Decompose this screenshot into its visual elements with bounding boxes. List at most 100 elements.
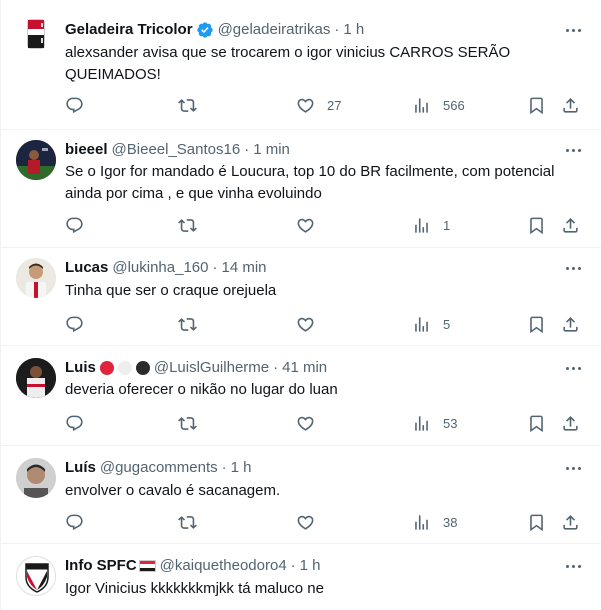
action-bar: 1 bbox=[65, 214, 585, 236]
like-button[interactable] bbox=[296, 214, 315, 236]
more-icon[interactable] bbox=[563, 142, 583, 158]
reply-button[interactable] bbox=[65, 412, 84, 434]
reply-button[interactable] bbox=[65, 511, 84, 533]
author-handle[interactable]: @kaiquetheodoro4 bbox=[160, 556, 287, 576]
like-icon bbox=[297, 416, 314, 431]
author-handle[interactable]: @Bieeel_Santos16 bbox=[112, 140, 241, 160]
retweet-icon bbox=[178, 98, 197, 112]
separator-dot: · bbox=[212, 259, 218, 276]
views-icon bbox=[415, 217, 428, 233]
more-icon[interactable] bbox=[563, 22, 583, 38]
views-button[interactable]: 1 bbox=[412, 214, 450, 236]
like-button[interactable] bbox=[296, 313, 315, 335]
views-button[interactable]: 566 bbox=[412, 94, 465, 116]
tweet[interactable]: Luis @LuislGuilherme · 41 min deveria of… bbox=[1, 346, 601, 446]
black-circle-emoji bbox=[135, 361, 150, 375]
separator-dot: · bbox=[334, 21, 340, 38]
tweet[interactable]: bieeel @Bieeel_Santos16 · 1 min Se o Igo… bbox=[1, 130, 601, 248]
view-count: 566 bbox=[443, 97, 465, 113]
more-icon[interactable] bbox=[563, 558, 583, 574]
bookmark-button[interactable] bbox=[527, 94, 546, 116]
tweet-text: deveria oferecer o nikão no lugar do lua… bbox=[65, 381, 338, 398]
author-handle[interactable]: @LuislGuilherme bbox=[154, 358, 269, 378]
share-button[interactable] bbox=[561, 214, 580, 236]
retweet-button[interactable] bbox=[178, 511, 197, 533]
more-icon[interactable] bbox=[563, 460, 583, 476]
timestamp[interactable]: 41 min bbox=[282, 358, 327, 378]
retweet-button[interactable] bbox=[178, 214, 197, 236]
retweet-button[interactable] bbox=[178, 94, 197, 116]
author-name[interactable]: Luis bbox=[65, 358, 96, 378]
bookmark-button[interactable] bbox=[527, 511, 546, 533]
retweet-button[interactable] bbox=[178, 313, 197, 335]
bookmark-icon bbox=[530, 514, 543, 531]
bookmark-button[interactable] bbox=[527, 214, 546, 236]
author-name[interactable]: bieeel bbox=[65, 140, 108, 160]
author-name[interactable]: Geladeira Tricolor bbox=[65, 20, 193, 40]
author-name[interactable]: Lucas bbox=[65, 258, 108, 278]
tweet-header: Info SPFC @kaiquetheodoro4 · 1 h bbox=[65, 556, 321, 576]
author-handle[interactable]: @gugacomments bbox=[100, 458, 218, 478]
avatar[interactable] bbox=[16, 258, 56, 298]
timestamp[interactable]: 1 h bbox=[231, 458, 252, 478]
reply-button[interactable] bbox=[65, 313, 84, 335]
views-button[interactable]: 5 bbox=[412, 313, 450, 335]
tweet-text: Igor Vinicius kkkkkkkmjkk tá maluco ne bbox=[65, 580, 324, 597]
tweet-header: Luis @LuislGuilherme · 41 min bbox=[65, 358, 327, 378]
view-count: 5 bbox=[443, 316, 451, 332]
views-button[interactable]: 53 bbox=[412, 412, 457, 434]
share-button[interactable] bbox=[561, 313, 580, 335]
author-handle[interactable]: @lukinha_160 bbox=[112, 258, 208, 278]
bookmark-icon bbox=[530, 97, 543, 114]
action-bar: 38 bbox=[65, 511, 585, 533]
tweet[interactable]: Luís @gugacomments · 1 h envolver o cava… bbox=[1, 446, 601, 544]
avatar[interactable] bbox=[16, 358, 56, 398]
tweet-header: bieeel @Bieeel_Santos16 · 1 min bbox=[65, 140, 290, 160]
author-name[interactable]: Luís bbox=[65, 458, 96, 478]
views-icon bbox=[415, 97, 428, 113]
bookmark-icon bbox=[530, 217, 543, 234]
person-avatar-image bbox=[16, 258, 56, 298]
like-button[interactable] bbox=[296, 511, 315, 533]
tweet[interactable]: Geladeira Tricolor @geladeiratrikas · 1 … bbox=[1, 0, 601, 130]
tweet[interactable]: Info SPFC @kaiquetheodoro4 · 1 h Igor Vi… bbox=[1, 544, 601, 610]
avatar[interactable] bbox=[16, 458, 56, 498]
timestamp[interactable]: 1 h bbox=[300, 556, 321, 576]
retweet-icon bbox=[178, 416, 197, 430]
more-icon[interactable] bbox=[563, 260, 583, 276]
share-icon bbox=[563, 97, 578, 113]
retweet-icon bbox=[178, 515, 197, 529]
like-button[interactable]: 27 bbox=[296, 94, 341, 116]
share-button[interactable] bbox=[561, 94, 580, 116]
person-avatar-image bbox=[16, 458, 56, 498]
bookmark-button[interactable] bbox=[527, 412, 546, 434]
timestamp[interactable]: 14 min bbox=[222, 258, 267, 278]
retweet-button[interactable] bbox=[178, 412, 197, 434]
like-icon bbox=[297, 218, 314, 233]
tweet-text: alexsander avisa que se trocarem o igor … bbox=[65, 44, 511, 83]
tweet-header: Luís @gugacomments · 1 h bbox=[65, 458, 251, 478]
views-button[interactable]: 38 bbox=[412, 511, 457, 533]
avatar[interactable] bbox=[16, 140, 56, 180]
timestamp[interactable]: 1 min bbox=[253, 140, 290, 160]
view-count: 38 bbox=[443, 514, 458, 530]
tweet[interactable]: Lucas @lukinha_160 · 14 min Tinha que se… bbox=[1, 248, 601, 346]
like-button[interactable] bbox=[296, 412, 315, 434]
avatar[interactable] bbox=[16, 14, 56, 54]
reply-icon bbox=[66, 415, 83, 431]
avatar[interactable] bbox=[16, 556, 56, 596]
author-name[interactable]: Info SPFC bbox=[65, 556, 137, 576]
bookmark-button[interactable] bbox=[527, 313, 546, 335]
more-icon[interactable] bbox=[563, 360, 583, 376]
reply-button[interactable] bbox=[65, 214, 84, 236]
player-avatar-image bbox=[16, 140, 56, 180]
views-icon bbox=[415, 514, 428, 530]
verified-icon bbox=[196, 21, 214, 39]
author-handle[interactable]: @geladeiratrikas bbox=[218, 20, 331, 40]
separator-dot: · bbox=[221, 459, 227, 476]
reply-button[interactable] bbox=[65, 94, 84, 116]
share-button[interactable] bbox=[561, 511, 580, 533]
timestamp[interactable]: 1 h bbox=[343, 20, 364, 40]
share-button[interactable] bbox=[561, 412, 580, 434]
separator-dot: · bbox=[290, 557, 296, 574]
